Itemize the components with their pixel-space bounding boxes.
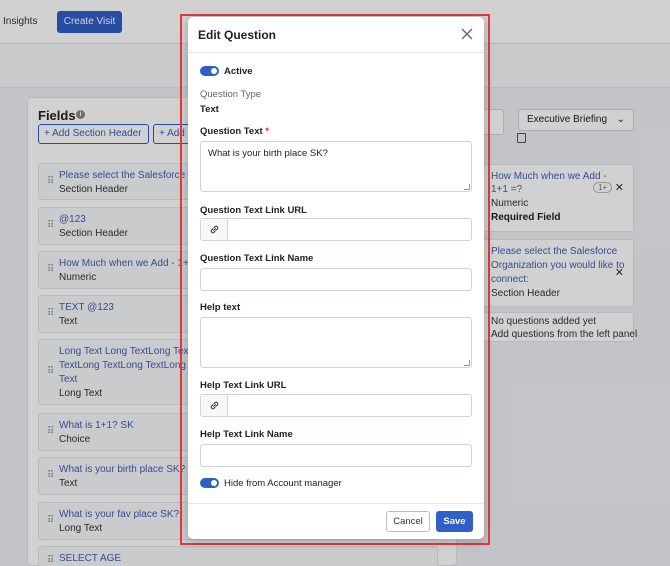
question-type-label: Question Type [200, 89, 262, 100]
question-text-link-name-label: Question Text Link Name [200, 253, 314, 264]
modal-title: Edit Question [198, 28, 276, 42]
hide-from-account-manager-toggle[interactable] [200, 478, 219, 488]
required-marker: * [265, 126, 269, 137]
help-text-link-url-input[interactable] [200, 394, 472, 417]
question-text-link-url-input[interactable] [200, 218, 472, 241]
question-text-link-name-input[interactable] [200, 268, 472, 291]
link-icon [210, 401, 219, 410]
resize-grip-icon[interactable] [464, 360, 470, 366]
active-toggle[interactable] [200, 66, 219, 76]
active-label: Active [224, 66, 253, 77]
question-text-textarea[interactable]: What is your birth place SK? [200, 141, 472, 192]
help-text-link-name-input[interactable] [200, 444, 472, 467]
cancel-button[interactable]: Cancel [386, 511, 430, 532]
link-addon [201, 395, 228, 416]
question-text-label: Question Text * [200, 126, 269, 137]
help-text-link-url-label: Help Text Link URL [200, 380, 287, 391]
question-text-link-url-label: Question Text Link URL [200, 205, 307, 216]
save-button[interactable]: Save [436, 511, 473, 532]
link-icon [210, 225, 219, 234]
link-addon [201, 219, 228, 240]
help-text-textarea[interactable] [200, 317, 472, 368]
resize-grip-icon[interactable] [464, 184, 470, 190]
hide-from-account-manager-label: Hide from Account manager [224, 478, 342, 489]
help-text-label: Help text [200, 302, 241, 313]
help-text-link-name-label: Help Text Link Name [200, 429, 293, 440]
question-text-value: What is your birth place SK? [208, 148, 328, 159]
close-icon[interactable] [459, 26, 475, 42]
modal-header: Edit Question [188, 17, 484, 53]
question-type-value: Text [200, 104, 219, 115]
modal-footer: Cancel Save [188, 503, 484, 539]
edit-question-modal: Edit Question Active Question Type Text … [188, 17, 484, 539]
question-text-label-text: Question Text [200, 126, 263, 137]
